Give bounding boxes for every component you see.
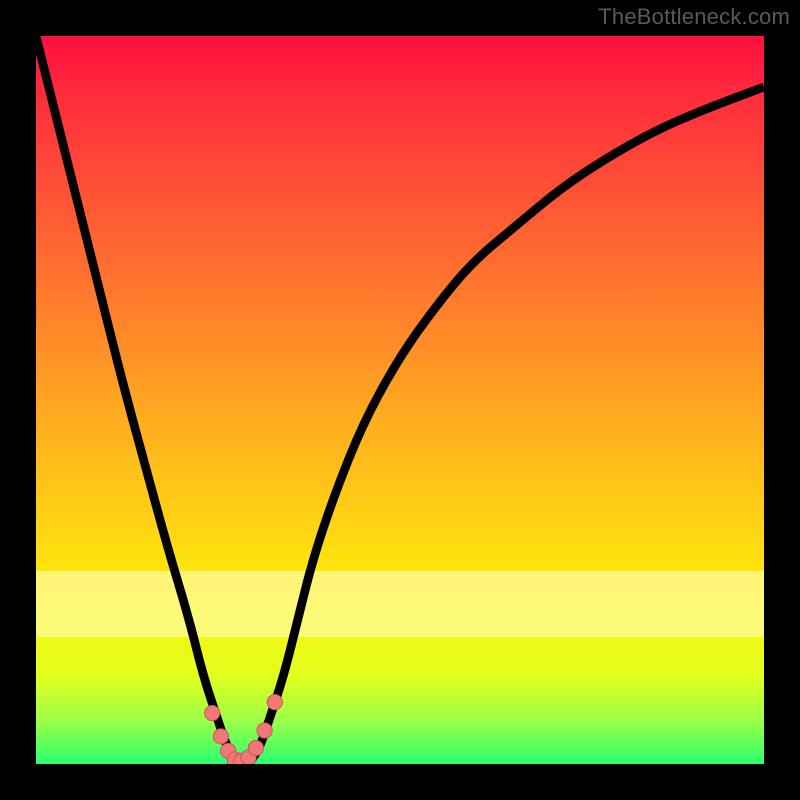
valley-marker [267,694,282,709]
watermark-text: TheBottleneck.com [598,4,790,30]
bottleneck-curve [36,36,764,764]
valley-marker [248,740,263,755]
chart-frame: TheBottleneck.com [0,0,800,800]
plot-area [36,36,764,764]
valley-marker [213,729,228,744]
valley-marker [205,705,220,720]
curve-svg [36,36,764,764]
valley-marker [257,723,272,738]
